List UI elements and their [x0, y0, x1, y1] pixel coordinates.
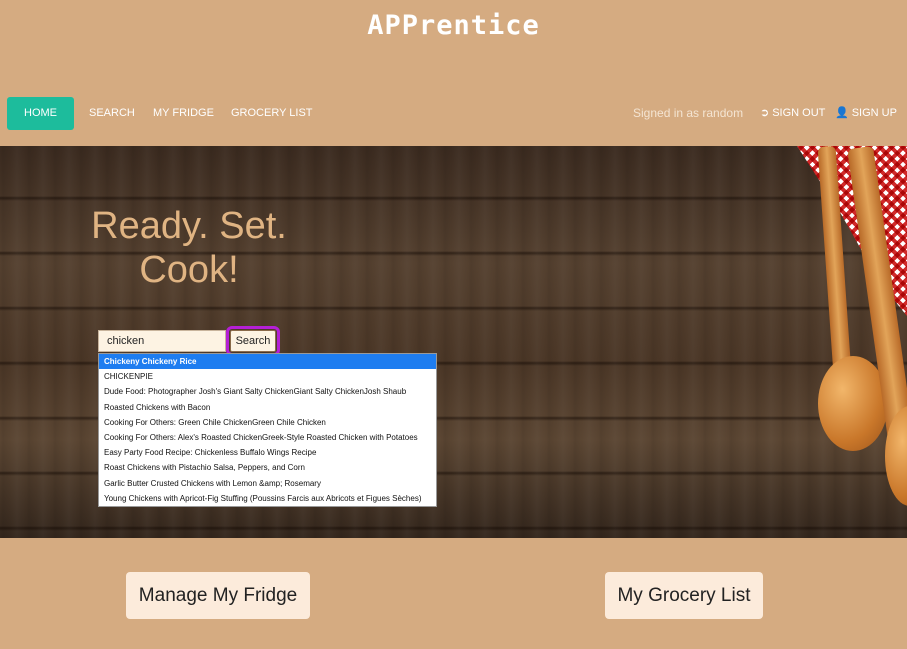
sign-up-link[interactable]: 👤 SIGN UP: [835, 97, 897, 130]
autocomplete-item[interactable]: CHICKENPIE: [99, 369, 436, 384]
autocomplete-item[interactable]: Cooking For Others: Alex's Roasted Chick…: [99, 430, 436, 445]
autocomplete-item[interactable]: Young Chickens with Apricot-Fig Stuffing…: [99, 491, 436, 506]
autocomplete-list: Chickeny Chickeny Rice CHICKENPIE Dude F…: [98, 353, 437, 507]
autocomplete-item[interactable]: Dude Food: Photographer Josh's Giant Sal…: [99, 384, 436, 399]
autocomplete-item[interactable]: Roast Chickens with Pistachio Salsa, Pep…: [99, 460, 436, 475]
navbar: HOME SEARCH MY FRIDGE GROCERY LIST Signe…: [0, 97, 907, 130]
autocomplete-item[interactable]: Roasted Chickens with Bacon: [99, 400, 436, 415]
nav-home[interactable]: HOME: [7, 97, 74, 130]
signed-in-status: Signed in as random: [633, 106, 744, 120]
nav-search[interactable]: SEARCH: [89, 97, 135, 130]
grocery-list-button[interactable]: My Grocery List: [605, 572, 763, 619]
sign-out-icon: ➲: [760, 107, 770, 119]
app-title: APPrentice: [367, 10, 540, 41]
autocomplete-item[interactable]: Cooking For Others: Green Chile ChickenG…: [99, 415, 436, 430]
autocomplete-item[interactable]: Garlic Butter Crusted Chickens with Lemo…: [99, 476, 436, 491]
hero-headline-line-1: Ready. Set.: [91, 205, 287, 247]
search-button[interactable]: Search: [226, 326, 280, 356]
sign-up-label: SIGN UP: [851, 107, 897, 119]
autocomplete-item[interactable]: Easy Party Food Recipe: Chickenless Buff…: [99, 445, 436, 460]
sign-out-link[interactable]: ➲ SIGN OUT: [760, 97, 825, 130]
hero-headline-line-2: Cook!: [139, 249, 239, 291]
nav-my-fridge[interactable]: MY FRIDGE: [153, 97, 214, 130]
search-input[interactable]: [98, 330, 226, 352]
autocomplete-item[interactable]: Chickeny Chickeny Rice: [99, 354, 436, 370]
manage-fridge-button[interactable]: Manage My Fridge: [126, 572, 310, 619]
add-user-icon: 👤: [835, 107, 849, 119]
sign-out-label: SIGN OUT: [772, 107, 826, 119]
hero-headline: Ready. Set. Cook!: [84, 204, 294, 292]
nav-grocery-list[interactable]: GROCERY LIST: [231, 97, 313, 130]
